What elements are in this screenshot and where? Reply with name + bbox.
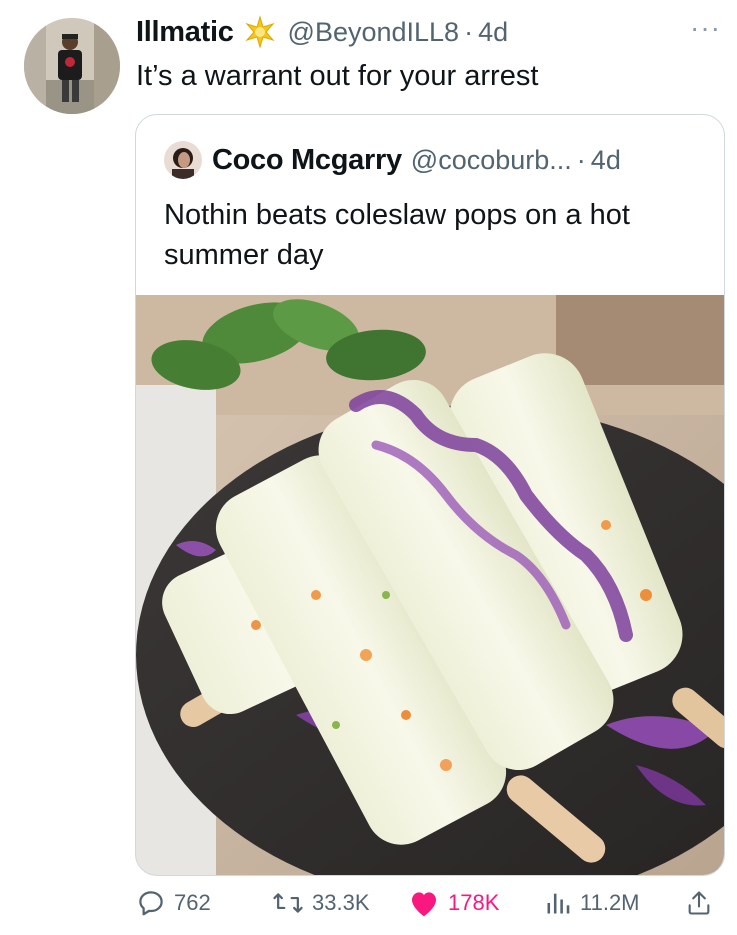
tweet-timestamp[interactable]: 4d [478, 17, 508, 48]
retweet-arrows-icon [273, 893, 303, 913]
reply-button[interactable]: 762 [136, 888, 211, 918]
tweet-action-bar: 762 33.3K 178K 11.2M [0, 888, 737, 932]
heart-icon [412, 892, 436, 917]
header-separator: · [464, 16, 474, 47]
reply-count: 762 [174, 890, 211, 915]
author-avatar[interactable] [24, 18, 120, 114]
views-count: 11.2M [580, 890, 640, 915]
quote-author-display-name[interactable]: Coco Mcgarry [212, 144, 402, 177]
author-display-name[interactable]: Illmatic [136, 16, 234, 49]
quote-author-handle[interactable]: @cocoburb... [411, 145, 572, 176]
share-upload-icon [688, 891, 710, 915]
quote-timestamp[interactable]: 4d [591, 145, 621, 176]
quote-author-avatar[interactable] [164, 141, 202, 179]
tweet-text: It’s a warrant out for your arrest [136, 60, 539, 92]
quote-header: Coco Mcgarry @cocoburb... · 4d [164, 141, 621, 179]
coleslaw-popsicles-photo[interactable] [136, 295, 725, 876]
speech-bubble-icon [139, 891, 163, 916]
quoted-tweet[interactable]: Coco Mcgarry @cocoburb... · 4d Nothin be… [135, 114, 725, 876]
share-button[interactable] [685, 888, 721, 918]
author-avatar-image [24, 18, 120, 114]
quote-text: Nothin beats coleslaw pops on a hot summ… [164, 199, 630, 271]
author-handle[interactable]: @BeyondILL8 [288, 17, 460, 48]
retweet-count: 33.3K [312, 890, 370, 915]
like-button[interactable]: 178K [408, 888, 499, 918]
like-count: 178K [448, 890, 500, 915]
tweet-header: Illmatic @BeyondILL8 · 4d [136, 14, 508, 50]
views-button[interactable]: 11.2M [544, 888, 640, 918]
bar-chart-icon [547, 893, 570, 914]
retweet-button[interactable]: 33.3K [272, 888, 370, 918]
ellipsis-icon[interactable]: ··· [690, 14, 721, 42]
quote-header-separator: · [576, 144, 586, 175]
sparkle-star-icon [242, 14, 278, 50]
